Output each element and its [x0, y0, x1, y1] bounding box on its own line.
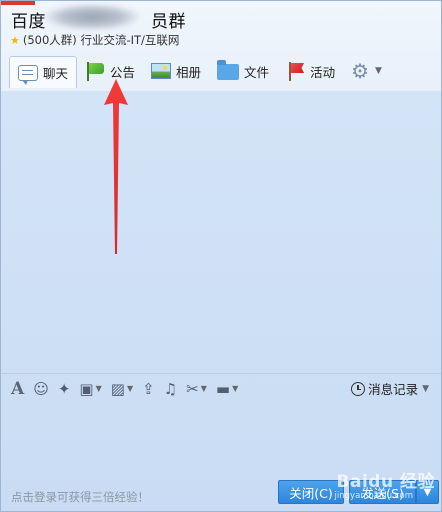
- history-label: 消息记录: [368, 382, 419, 397]
- folder-icon: [217, 60, 240, 80]
- red-arrow-annotation: [104, 79, 128, 254]
- gift-icon[interactable]: ▣ ▼: [79, 379, 101, 399]
- tab-label: 文件: [244, 64, 270, 80]
- watermark-url: jingyan.baidu.com: [334, 491, 413, 501]
- tab-label: 相册: [176, 64, 202, 80]
- watermark: Baidu 经验: [336, 472, 435, 492]
- scissors-icon[interactable]: ✂ ▼: [186, 379, 207, 399]
- message-history-button[interactable]: 消息记录 ▼: [351, 379, 429, 398]
- tab-label: 聊天: [43, 66, 69, 81]
- qq-group-chat-window: 百度 员群 ★ (500人群) 行业交流-IT/互联网 聊天 公告 相册 文件 …: [0, 0, 442, 512]
- message-area[interactable]: [1, 89, 441, 373]
- settings-menu[interactable]: ⚙ ▼: [343, 56, 390, 86]
- emoji-icon[interactable]: ☺: [33, 379, 49, 399]
- font-icon[interactable]: A: [11, 379, 24, 399]
- input-toolbar: A ☺ ✦ ▣ ▼ ▨ ▼ ⇪ ♫ ✂ ▼ ▬ ▼: [11, 378, 238, 400]
- tab-album[interactable]: 相册: [143, 56, 209, 86]
- announcement-flag-icon: [85, 61, 105, 81]
- tab-bar: 聊天 公告 相册 文件 活动 ⚙ ▼: [9, 55, 390, 88]
- star-icon: ★: [10, 33, 20, 47]
- message-input[interactable]: [1, 403, 441, 473]
- music-icon[interactable]: ♫: [164, 379, 177, 399]
- clock-icon: [351, 381, 366, 396]
- group-info-text: (500人群) 行业交流-IT/互联网: [22, 33, 180, 47]
- chevron-down-icon: ▼: [375, 66, 382, 76]
- group-info: ★ (500人群) 行业交流-IT/互联网: [10, 32, 179, 48]
- tab-label: 活动: [310, 64, 336, 80]
- screen-icon[interactable]: ▬ ▼: [216, 379, 238, 399]
- chevron-down-icon: ▼: [126, 384, 134, 393]
- tab-label: 公告: [110, 64, 136, 80]
- image-icon[interactable]: ▨ ▼: [111, 379, 133, 399]
- chevron-down-icon: ▼: [200, 384, 207, 393]
- tab-chat[interactable]: 聊天: [9, 56, 78, 88]
- login-hint[interactable]: 点击登录可获得三倍经验！: [11, 489, 149, 505]
- toolbar-divider: [1, 373, 441, 374]
- chat-icon: [18, 64, 38, 85]
- chevron-down-icon: ▼: [95, 384, 102, 393]
- tab-activity[interactable]: 活动: [277, 56, 343, 86]
- tab-files[interactable]: 文件: [209, 56, 277, 86]
- gear-icon: ⚙: [351, 59, 370, 83]
- magic-icon[interactable]: ✦: [58, 379, 71, 399]
- album-icon: [151, 63, 172, 79]
- chevron-down-icon: ▼: [422, 383, 429, 394]
- activity-flag-icon: [285, 61, 305, 81]
- title-bar: 百度 员群 ★ (500人群) 行业交流-IT/互联网: [1, 1, 441, 57]
- chevron-down-icon: ▼: [232, 384, 239, 393]
- upload-icon[interactable]: ⇪: [142, 379, 155, 399]
- redaction-blur: [45, 4, 139, 30]
